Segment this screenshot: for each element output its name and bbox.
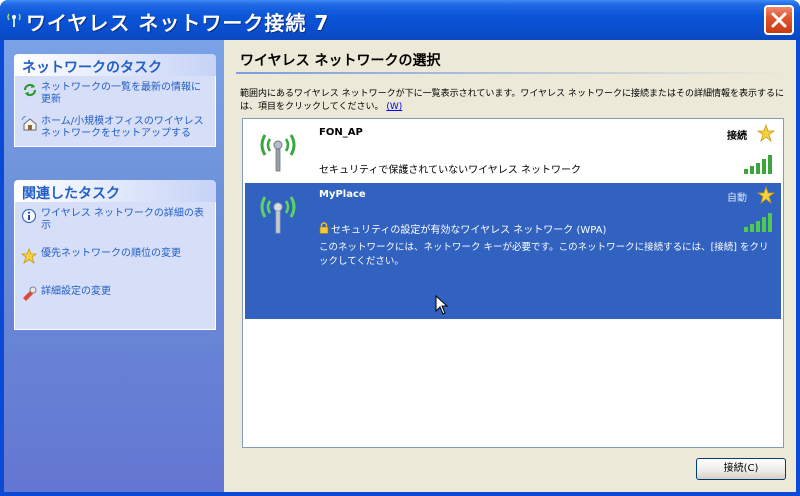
related-tasks-body: ワイヤレス ネットワークの詳細の表示 優先ネットワークの順位の変更 詳細設定の変… bbox=[14, 202, 216, 330]
task-label: ワイヤレス ネットワークの詳細の表示 bbox=[41, 208, 204, 231]
connect-button[interactable]: 接続(C) bbox=[696, 458, 786, 480]
task-label: 優先ネットワークの順位の変更 bbox=[41, 248, 181, 259]
network-name: FON_AP bbox=[319, 127, 363, 138]
info-icon bbox=[21, 208, 37, 224]
network-tasks-header[interactable]: ネットワークのタスク bbox=[14, 54, 216, 76]
network-tasks-body: ネットワークの一覧を最新の情報に更新 ホーム/小規模オフィスのワイヤレス ネット… bbox=[14, 76, 216, 147]
settings-icon bbox=[23, 286, 37, 301]
window-title: ワイヤレス ネットワーク接続 7 bbox=[26, 11, 330, 35]
related-tasks-header[interactable]: 関連したタスク bbox=[14, 180, 216, 202]
task-label: ホーム/小規模オフィスのワイヤレス ネットワークをセットアップする bbox=[41, 116, 204, 139]
refresh-icon bbox=[23, 83, 37, 97]
signal-strength-icon bbox=[744, 155, 772, 174]
network-item-myplace[interactable]: MyPlace 自動 セキュリティの設定が有効なワイヤレス ネットワーク (WP… bbox=[245, 183, 781, 319]
description: 範囲内にあるワイヤレス ネットワークが下に一覧表示されています。ワイヤレス ネッ… bbox=[240, 88, 784, 114]
signal-strength-icon bbox=[744, 213, 772, 232]
page-title: ワイヤレス ネットワークの選択 bbox=[240, 53, 441, 69]
wireless-network-icon bbox=[7, 13, 21, 27]
client-area: ネットワークのタスク ネットワークの一覧を最新の情報に更新 ホーム/小規模オフィ… bbox=[4, 40, 796, 492]
network-status: 接続 bbox=[727, 131, 747, 142]
window: ワイヤレス ネットワーク接続 7 ネットワークのタスク ネットワークの一覧を最新… bbox=[0, 0, 800, 496]
task-pane: ネットワークのタスク ネットワークの一覧を最新の情報に更新 ホーム/小規模オフィ… bbox=[4, 40, 224, 492]
task-change-preferred-order[interactable]: 優先ネットワークの順位の変更 bbox=[21, 246, 209, 266]
home-network-icon bbox=[21, 116, 37, 131]
description-link[interactable]: (W) bbox=[386, 102, 402, 112]
task-setup-home-network[interactable]: ホーム/小規模オフィスのワイヤレス ネットワークをセットアップする bbox=[21, 114, 209, 142]
star-icon bbox=[21, 248, 38, 264]
task-view-network-details[interactable]: ワイヤレス ネットワークの詳細の表示 bbox=[21, 206, 209, 234]
lock-icon bbox=[319, 222, 329, 234]
task-change-advanced-settings[interactable]: 詳細設定の変更 bbox=[21, 284, 209, 304]
preferred-star-icon bbox=[757, 124, 775, 142]
preferred-star-icon bbox=[757, 186, 775, 204]
content-pane: ワイヤレス ネットワークの選択 範囲内にあるワイヤレス ネットワークが下に一覧表… bbox=[228, 40, 796, 492]
wireless-antenna-icon bbox=[260, 134, 296, 172]
network-tasks-panel: ネットワークのタスク ネットワークの一覧を最新の情報に更新 ホーム/小規模オフィ… bbox=[14, 54, 216, 147]
description-text: 範囲内にあるワイヤレス ネットワークが下に一覧表示されています。ワイヤレス ネッ… bbox=[240, 89, 785, 112]
title-divider bbox=[236, 72, 788, 74]
mouse-cursor-icon bbox=[435, 295, 449, 315]
wireless-antenna-icon bbox=[260, 196, 296, 234]
task-refresh-network-list[interactable]: ネットワークの一覧を最新の情報に更新 bbox=[21, 80, 209, 108]
title-bar[interactable]: ワイヤレス ネットワーク接続 7 bbox=[0, 0, 800, 40]
network-item-fon-ap[interactable]: FON_AP 接続 セキュリティで保護されていないワイヤレス ネットワーク bbox=[245, 121, 781, 183]
network-list[interactable]: FON_AP 接続 セキュリティで保護されていないワイヤレス ネットワーク My… bbox=[242, 118, 784, 448]
network-security: セキュリティで保護されていないワイヤレス ネットワーク bbox=[319, 165, 581, 176]
network-security-text: セキュリティの設定が有効なワイヤレス ネットワーク (WPA) bbox=[331, 225, 607, 236]
task-label: 詳細設定の変更 bbox=[41, 286, 111, 297]
close-button[interactable] bbox=[764, 5, 794, 35]
network-status: 自動 bbox=[727, 193, 747, 204]
network-security: セキュリティの設定が有効なワイヤレス ネットワーク (WPA) bbox=[319, 221, 606, 236]
close-icon bbox=[771, 12, 787, 28]
network-note: このネットワークには、ネットワーク キーが必要です。このネットワークに接続するに… bbox=[319, 242, 769, 267]
network-name: MyPlace bbox=[319, 189, 366, 200]
task-label: ネットワークの一覧を最新の情報に更新 bbox=[41, 82, 201, 105]
related-tasks-panel: 関連したタスク ワイヤレス ネットワークの詳細の表示 優先ネットワークの順位の変… bbox=[14, 180, 216, 330]
